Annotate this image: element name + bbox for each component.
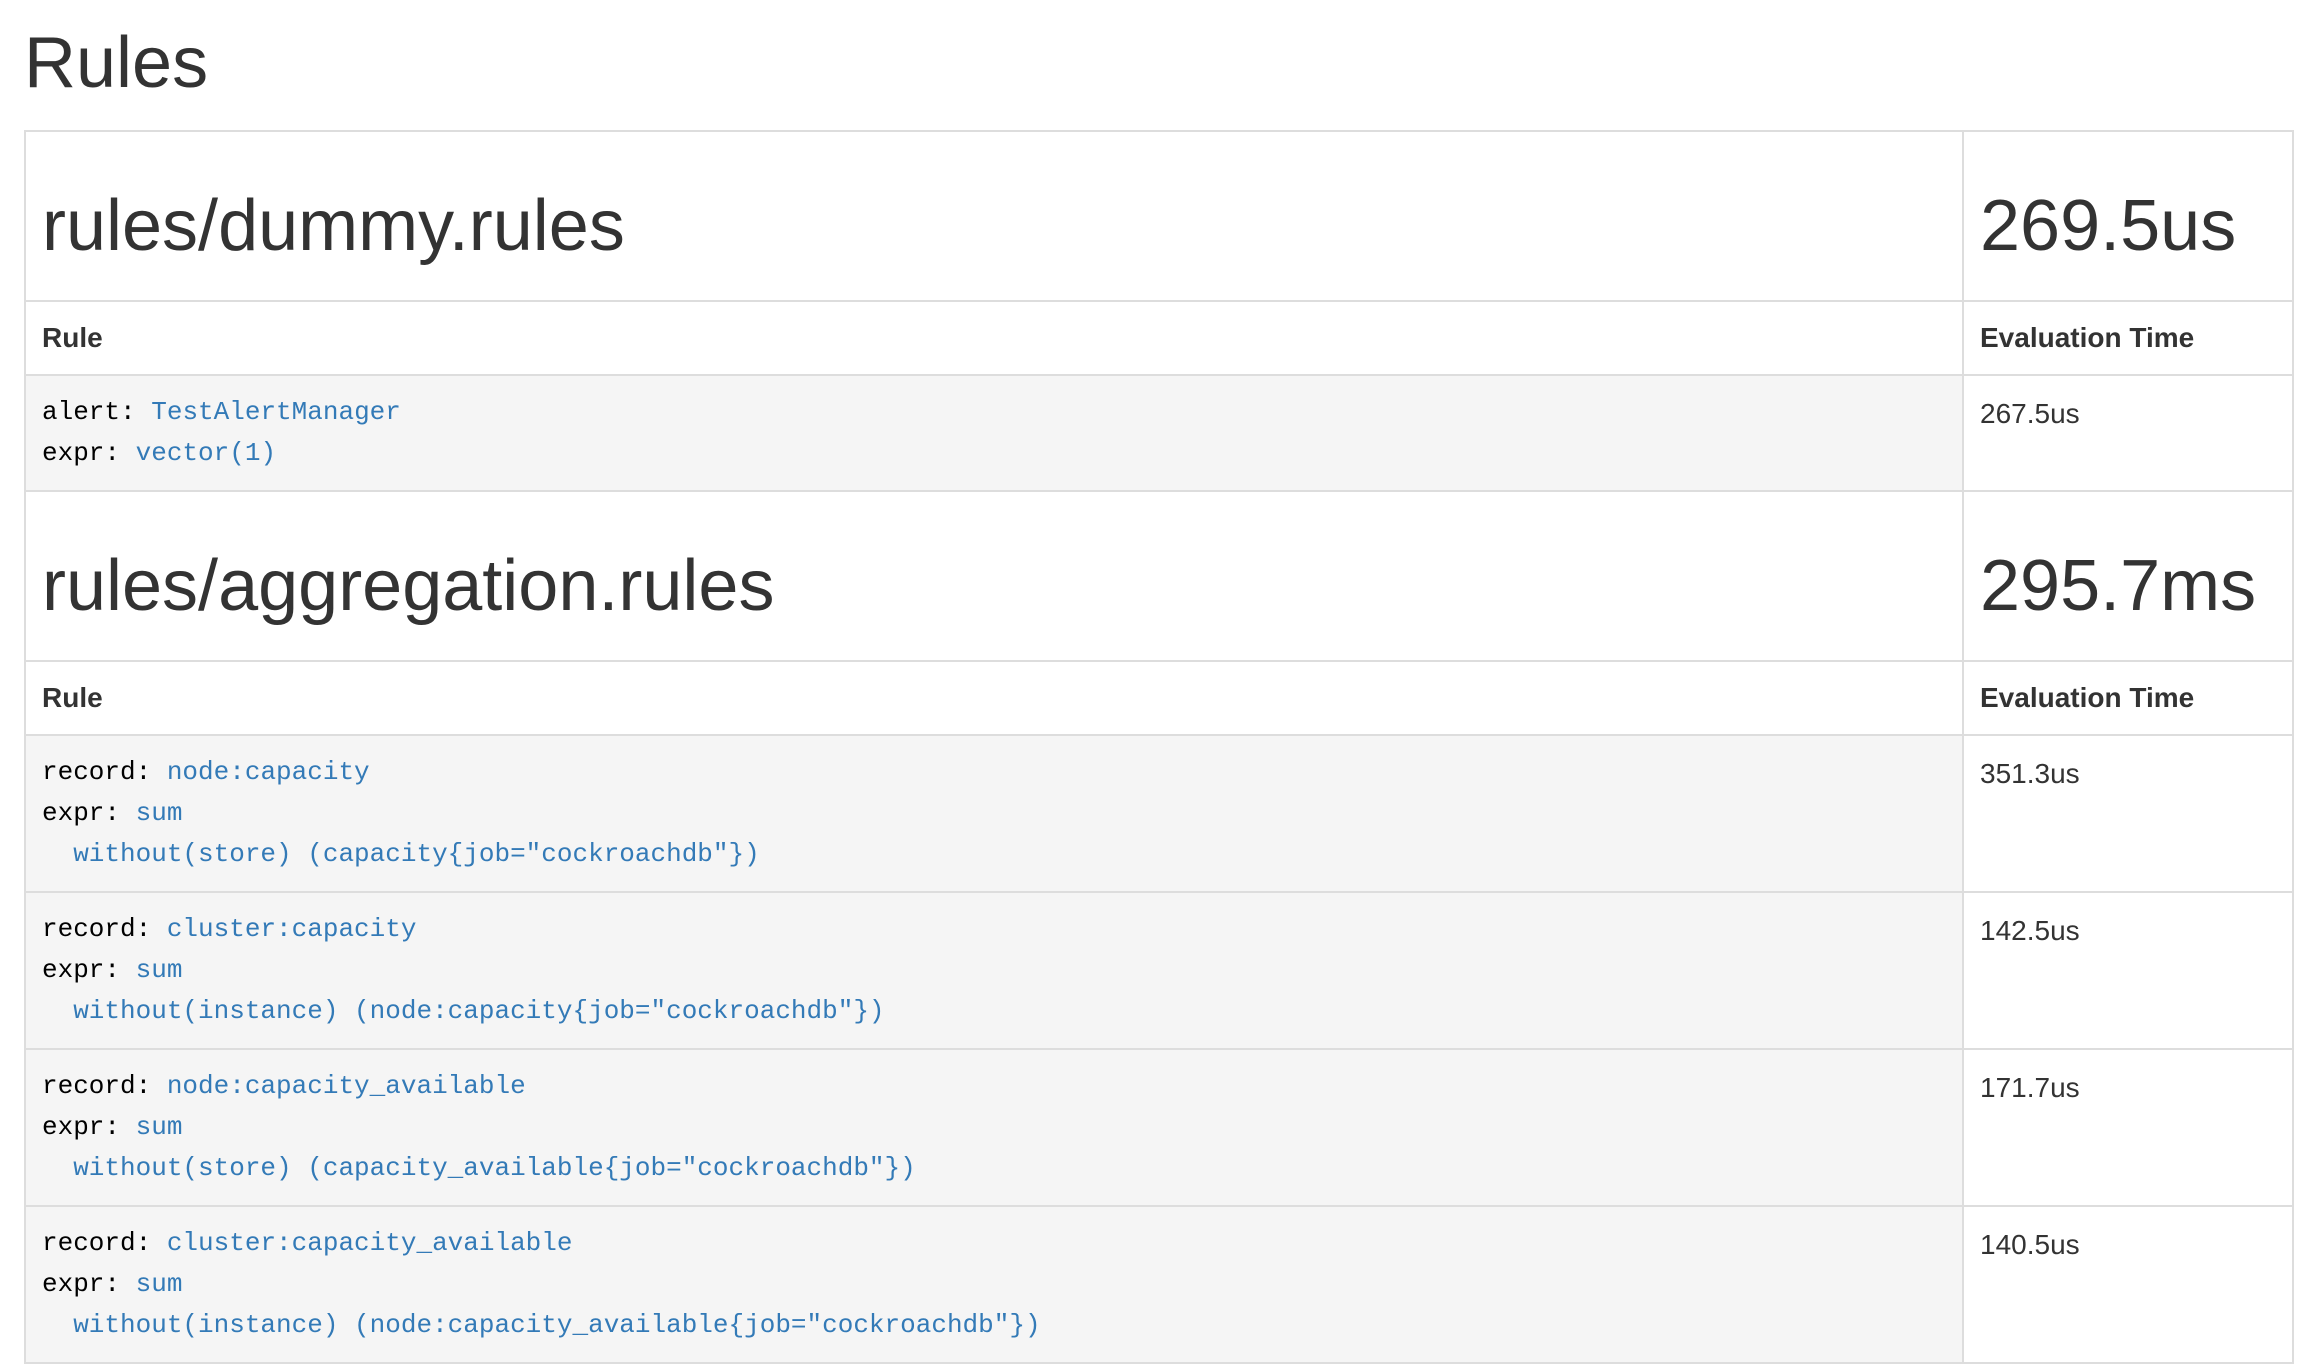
rule-code-key: expr: [42, 798, 120, 828]
column-header-row: RuleEvaluation Time [25, 301, 2293, 375]
rule-code-key: expr: [42, 1269, 120, 1299]
rule-code-line: record: cluster:capacity [42, 909, 1946, 950]
rule-expr-link[interactable]: without(store) (capacity{job="cockroachd… [42, 839, 760, 869]
rule-code-line: record: cluster:capacity_available [42, 1223, 1946, 1264]
rule-code-key: alert: [42, 397, 136, 427]
rule-name-link[interactable]: node:capacity [167, 757, 370, 787]
rule-code-line: without(instance) (node:capacity_availab… [42, 1305, 1946, 1346]
rule-code-line: expr: sum [42, 1264, 1946, 1305]
rule-expr-link[interactable]: vector(1) [136, 438, 276, 468]
rule-group-evaluation-time: 269.5us [1980, 186, 2276, 266]
rule-expr-link[interactable]: sum [136, 1112, 183, 1142]
rule-group-time-cell: 269.5us [1963, 131, 2293, 301]
rule-column-header: Rule [25, 661, 1963, 735]
rule-definition-cell: record: cluster:capacity_availableexpr: … [25, 1206, 1963, 1363]
rule-group-time-cell: 295.7ms [1963, 491, 2293, 661]
rule-group-name: rules/dummy.rules [42, 186, 1946, 266]
rule-code-key: expr: [42, 955, 120, 985]
rule-code-line: without(store) (capacity{job="cockroachd… [42, 834, 1946, 875]
rule-row: record: node:capacity_availableexpr: sum… [25, 1049, 2293, 1206]
rule-code-key: record: [42, 1228, 151, 1258]
rules-table: rules/dummy.rules269.5usRuleEvaluation T… [24, 130, 2294, 1364]
rule-code-line: expr: vector(1) [42, 433, 1946, 474]
rule-group-row: rules/dummy.rules 269.5us [25, 131, 2293, 301]
rule-group-name: rules/aggregation.rules [42, 546, 1946, 626]
rule-code-line: expr: sum [42, 793, 1946, 834]
rule-code-line: expr: sum [42, 950, 1946, 991]
rule-evaluation-time: 351.3us [1963, 735, 2293, 892]
rule-code-key: record: [42, 1071, 151, 1101]
rule-definition-cell: alert: TestAlertManagerexpr: vector(1) [25, 375, 1963, 491]
rule-group-name-cell: rules/dummy.rules [25, 131, 1963, 301]
rule-group-name-cell: rules/aggregation.rules [25, 491, 1963, 661]
rule-code-line: alert: TestAlertManager [42, 392, 1946, 433]
rule-column-header: Rule [25, 301, 1963, 375]
rule-code-key: expr: [42, 438, 120, 468]
rule-expr-link[interactable]: sum [136, 1269, 183, 1299]
rule-name-link[interactable]: TestAlertManager [151, 397, 401, 427]
rule-expr-link[interactable]: without(instance) (node:capacity{job="co… [42, 996, 885, 1026]
rule-code-key: record: [42, 757, 151, 787]
rule-code-line: record: node:capacity [42, 752, 1946, 793]
rule-group-row: rules/aggregation.rules 295.7ms [25, 491, 2293, 661]
rule-definition-cell: record: cluster:capacityexpr: sum withou… [25, 892, 1963, 1049]
rule-group-evaluation-time: 295.7ms [1980, 546, 2276, 626]
rule-name-link[interactable]: cluster:capacity [167, 914, 417, 944]
rule-code-key: expr: [42, 1112, 120, 1142]
page-title: Rules [24, 24, 2294, 102]
rule-evaluation-time: 142.5us [1963, 892, 2293, 1049]
rule-name-link[interactable]: cluster:capacity_available [167, 1228, 573, 1258]
evaluation-time-column-header: Evaluation Time [1963, 661, 2293, 735]
rule-row: record: cluster:capacity_availableexpr: … [25, 1206, 2293, 1363]
rule-definition-cell: record: node:capacity_availableexpr: sum… [25, 1049, 1963, 1206]
rule-expr-link[interactable]: sum [136, 955, 183, 985]
rule-definition-cell: record: node:capacityexpr: sum without(s… [25, 735, 1963, 892]
rule-evaluation-time: 171.7us [1963, 1049, 2293, 1206]
rule-code-key: record: [42, 914, 151, 944]
evaluation-time-column-header: Evaluation Time [1963, 301, 2293, 375]
rule-code-line: expr: sum [42, 1107, 1946, 1148]
rule-code-line: without(instance) (node:capacity{job="co… [42, 991, 1946, 1032]
rule-expr-link[interactable]: without(store) (capacity_available{job="… [42, 1153, 916, 1183]
rule-code-line: record: node:capacity_available [42, 1066, 1946, 1107]
rule-row: record: node:capacityexpr: sum without(s… [25, 735, 2293, 892]
rule-expr-link[interactable]: without(instance) (node:capacity_availab… [42, 1310, 1041, 1340]
rule-expr-link[interactable]: sum [136, 798, 183, 828]
column-header-row: RuleEvaluation Time [25, 661, 2293, 735]
rule-name-link[interactable]: node:capacity_available [167, 1071, 526, 1101]
rule-row: record: cluster:capacityexpr: sum withou… [25, 892, 2293, 1049]
rule-evaluation-time: 267.5us [1963, 375, 2293, 491]
rules-table-body: rules/dummy.rules269.5usRuleEvaluation T… [25, 131, 2293, 1363]
rule-code-line: without(store) (capacity_available{job="… [42, 1148, 1946, 1189]
rule-evaluation-time: 140.5us [1963, 1206, 2293, 1363]
rule-row: alert: TestAlertManagerexpr: vector(1)26… [25, 375, 2293, 491]
